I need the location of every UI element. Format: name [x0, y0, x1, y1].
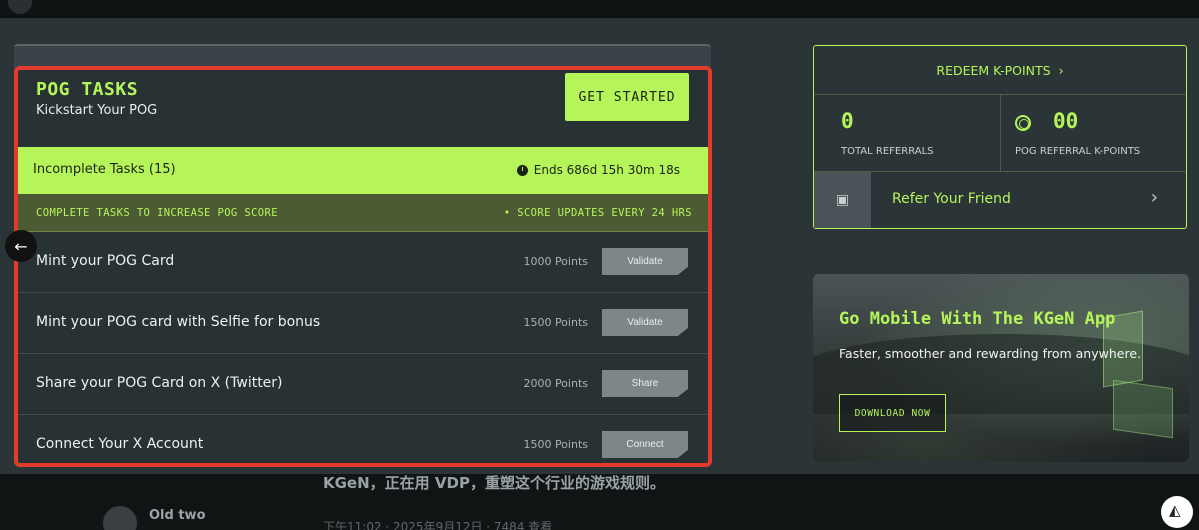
- referrals-label: TOTAL REFERRALS: [841, 146, 934, 157]
- countdown-text: Ends 686d 15h 30m 18s: [533, 163, 680, 177]
- task-name: Connect Your X Account: [36, 436, 204, 452]
- back-arrow-icon[interactable]: ←: [5, 230, 37, 262]
- refer-label: Refer Your Friend: [892, 191, 1011, 207]
- total-referrals-stat: 0 TOTAL REFERRALS: [814, 95, 1001, 172]
- promo-subtitle: Faster, smoother and rewarding from anyw…: [839, 346, 1141, 361]
- feed-username: Old two: [149, 508, 206, 523]
- task-name: Share your POG Card on X (Twitter): [36, 375, 283, 391]
- chevron-right-icon: ›: [1150, 187, 1158, 208]
- avatar: [103, 506, 137, 530]
- mobile-app-promo: Go Mobile With The KGeN App Faster, smoo…: [813, 274, 1189, 462]
- countdown: Ends 686d 15h 30m 18s: [516, 163, 680, 177]
- task-name: Mint your POG card with Selfie for bonus: [36, 314, 321, 330]
- task-row: Share your POG Card on X (Twitter) 2000 …: [18, 354, 708, 415]
- share-button[interactable]: Share: [602, 370, 688, 397]
- close-icon[interactable]: [8, 0, 32, 14]
- promo-decoration: [1113, 379, 1173, 439]
- incomplete-tasks-bar[interactable]: Incomplete Tasks (15) Ends 686d 15h 30m …: [18, 147, 708, 194]
- task-row: Connect Your X Account 1500 Points Conne…: [18, 415, 708, 463]
- task-points: 1500 Points: [523, 316, 588, 329]
- validate-button[interactable]: Validate: [602, 309, 688, 336]
- redeem-panel: REDEEM K-POINTS › 0 TOTAL REFERRALS 00 P…: [813, 45, 1187, 229]
- feed-post-date: 下午11:02 · 2025年9月12日 · 7484 查看: [323, 520, 553, 530]
- download-now-button[interactable]: DOWNLOAD NOW: [839, 394, 946, 432]
- kpoints-icon: [1015, 115, 1031, 131]
- browser-top-bar: [0, 0, 1199, 18]
- tasks-subtitle: Kickstart Your POG: [36, 103, 158, 118]
- task-points: 1000 Points: [523, 255, 588, 268]
- x-logo-icon: [104, 0, 128, 14]
- validate-button[interactable]: Validate: [602, 248, 688, 275]
- task-row: Mint your POG card with Selfie for bonus…: [18, 293, 708, 354]
- pog-tasks-card: POG TASKS Kickstart Your POG GET STARTED…: [14, 66, 712, 467]
- clock-icon: [516, 164, 528, 176]
- info-left-text: COMPLETE TASKS TO INCREASE POG SCORE: [36, 207, 278, 219]
- referral-kpoints-stat: 00 POG REFERRAL K-POINTS: [1001, 95, 1186, 172]
- task-name: Mint your POG Card: [36, 253, 175, 269]
- tasks-title: POG TASKS: [36, 79, 139, 100]
- feed-post-text: KGeN，正在用 VDP，重塑这个行业的游戏规则。: [323, 474, 665, 492]
- kpoints-value: 00: [1053, 109, 1079, 133]
- score-info-bar: COMPLETE TASKS TO INCREASE POG SCORE • S…: [18, 194, 708, 232]
- background-feed: KGeN，正在用 VDP，重塑这个行业的游戏规则。 Old two 下午11:0…: [0, 474, 1199, 530]
- task-points: 1500 Points: [523, 438, 588, 451]
- chevron-right-icon: ›: [1058, 62, 1064, 78]
- gift-icon: ▣: [814, 172, 871, 228]
- kpoints-label: POG REFERRAL K-POINTS: [1015, 146, 1141, 157]
- info-right-text: • SCORE UPDATES EVERY 24 HRS: [503, 207, 692, 219]
- referrals-value: 0: [841, 109, 854, 133]
- refer-friend-row[interactable]: ▣ Refer Your Friend ›: [814, 172, 1186, 228]
- redeem-label: REDEEM K-POINTS: [936, 62, 1051, 78]
- get-started-button[interactable]: GET STARTED: [565, 73, 689, 121]
- redeem-kpoints-link[interactable]: REDEEM K-POINTS ›: [814, 46, 1186, 95]
- grok-icon[interactable]: [1161, 496, 1193, 528]
- task-points: 2000 Points: [523, 377, 588, 390]
- task-row: Mint your POG Card 1000 Points Validate: [18, 232, 708, 293]
- incomplete-tasks-label: Incomplete Tasks (15): [33, 162, 176, 177]
- connect-button[interactable]: Connect: [602, 431, 688, 458]
- promo-title: Go Mobile With The KGeN App: [839, 309, 1116, 329]
